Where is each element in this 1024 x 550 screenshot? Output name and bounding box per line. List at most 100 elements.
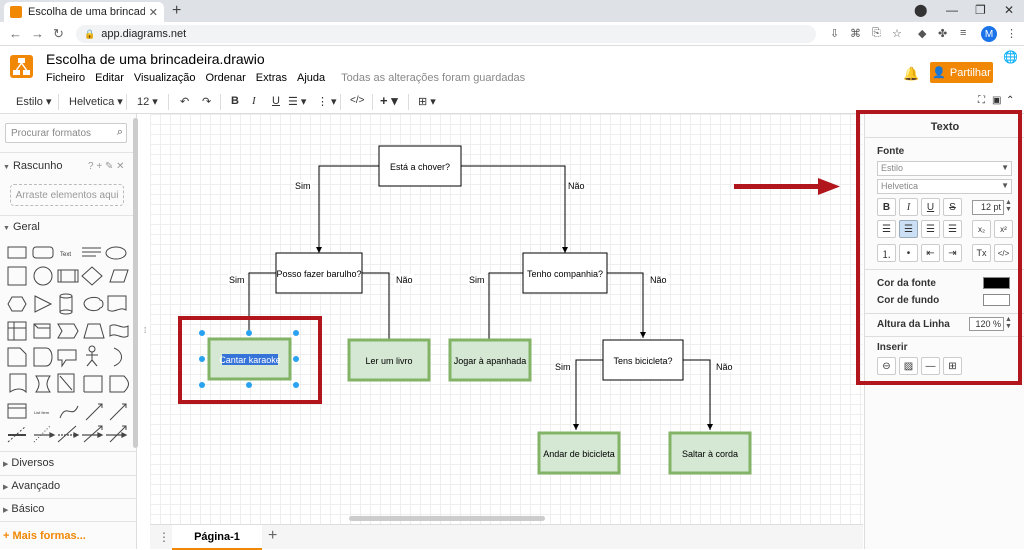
- close-tab-icon[interactable]: ✕: [149, 6, 158, 19]
- divider: [0, 152, 137, 153]
- pages-menu-icon[interactable]: ⋮: [158, 530, 170, 544]
- highlight-box-format-panel: [856, 110, 1022, 385]
- section-advanced[interactable]: ▶ Avançado: [3, 480, 60, 492]
- share-page-icon[interactable]: ⎘: [872, 27, 881, 40]
- share-label: Partilhar: [949, 66, 991, 79]
- connector-shapes[interactable]: [6, 430, 131, 440]
- section-basic-label: Básico: [11, 503, 45, 515]
- text-shape-label: Text: [60, 252, 71, 258]
- edge-label-sim[interactable]: Sim: [295, 181, 311, 191]
- minimize-icon[interactable]: —: [946, 3, 958, 17]
- document-title[interactable]: Escolha de uma brincadeira.drawio: [46, 51, 265, 67]
- reading-list-icon[interactable]: ≡: [960, 27, 966, 39]
- collapse-icon[interactable]: ⌃: [1006, 95, 1014, 106]
- browser-menu-icon[interactable]: ⋮: [1006, 27, 1017, 40]
- edge-chover-barulho[interactable]: [316, 165, 379, 253]
- node-andar-label: Andar de bicicleta: [543, 449, 615, 459]
- toolbar-divider: [372, 94, 373, 110]
- node-livro[interactable]: Ler um livro: [347, 338, 431, 382]
- edge-bicicleta-corda[interactable]: [683, 359, 713, 430]
- drawio-logo-icon[interactable]: [10, 55, 33, 78]
- edge-label-sim[interactable]: Sim: [469, 275, 485, 285]
- new-tab-icon[interactable]: +: [172, 2, 181, 20]
- bold-button[interactable]: B: [231, 95, 239, 107]
- fullscreen-icon[interactable]: ⛶: [978, 95, 985, 106]
- back-icon[interactable]: ←: [9, 26, 22, 41]
- undo-icon[interactable]: ↶: [180, 95, 189, 108]
- browser-tab[interactable]: Escolha de uma brincadeira.drawio ✕: [4, 2, 164, 22]
- edge-label-nao[interactable]: Não: [650, 275, 667, 285]
- section-basic[interactable]: ▶ Básico: [3, 503, 44, 515]
- avatar[interactable]: M: [981, 26, 997, 42]
- edge-companhia-bicicleta[interactable]: [607, 272, 646, 338]
- edge-label-nao[interactable]: Não: [716, 362, 733, 372]
- insert-dropdown[interactable]: + ▾: [380, 93, 398, 109]
- url-bar[interactable]: 🔒 app.diagrams.net: [76, 25, 816, 43]
- menu-extras[interactable]: Extras: [256, 72, 287, 84]
- html-code-button[interactable]: </>: [350, 95, 364, 106]
- node-barulho-label: Posso fazer barulho?: [276, 269, 361, 279]
- forward-icon[interactable]: →: [31, 26, 44, 41]
- style-dropdown[interactable]: Estilo ▾: [16, 95, 51, 108]
- bookmark-star-icon[interactable]: ☆: [892, 27, 902, 40]
- scratchpad-tools[interactable]: ? + ✎ ✕: [88, 161, 125, 172]
- canvas-horizontal-scrollbar[interactable]: [349, 516, 545, 521]
- edge-label-sim[interactable]: Sim: [555, 362, 571, 372]
- add-page-icon[interactable]: +: [268, 527, 277, 545]
- scratchpad-drop-area[interactable]: Arraste elementos aqui: [10, 184, 124, 206]
- lock-icon: 🔒: [84, 28, 96, 39]
- share-button[interactable]: 👤 Partilhar: [930, 62, 993, 83]
- menu-help[interactable]: Ajuda: [297, 72, 325, 84]
- node-corda[interactable]: Saltar à corda: [668, 431, 752, 475]
- italic-button[interactable]: I: [252, 95, 256, 107]
- extension-icon[interactable]: ◆: [918, 27, 926, 40]
- align-dropdown[interactable]: ☰ ▾: [288, 95, 306, 108]
- insert-plus-label: +: [380, 93, 388, 108]
- format-panel-toggle-icon[interactable]: ▣: [992, 95, 1001, 106]
- underline-button[interactable]: U: [272, 95, 280, 107]
- font-dropdown[interactable]: Helvetica ▾: [69, 95, 123, 108]
- node-livro-label: Ler um livro: [365, 356, 412, 366]
- list-dropdown[interactable]: ⋮ ▾: [317, 95, 337, 108]
- menu-view[interactable]: Visualização: [134, 72, 196, 84]
- install-app-icon[interactable]: ⇩: [830, 27, 839, 40]
- shape-palette[interactable]: Text List Item: [6, 242, 131, 447]
- more-shapes-button[interactable]: + Mais formas...: [3, 530, 86, 542]
- node-companhia[interactable]: Tenho companhia?: [522, 252, 608, 294]
- edge-barulho-livro[interactable]: [362, 272, 392, 348]
- profile-menu-icon[interactable]: ⬤: [914, 3, 927, 17]
- redo-icon[interactable]: ↷: [202, 95, 211, 108]
- sidebar-resize-handle[interactable]: ⁞: [144, 326, 146, 335]
- edge-companhia-apanhada[interactable]: [486, 272, 523, 348]
- node-andar[interactable]: Andar de bicicleta: [537, 431, 621, 475]
- menu-arrange[interactable]: Ordenar: [205, 72, 245, 84]
- node-chover[interactable]: Está a chover?: [378, 145, 462, 187]
- node-bicicleta-question[interactable]: Tens bicicleta?: [602, 339, 684, 381]
- reload-icon[interactable]: ↻: [53, 26, 64, 42]
- maximize-icon[interactable]: ❐: [975, 3, 986, 17]
- section-scratchpad[interactable]: ▼ Rascunho: [3, 160, 62, 172]
- edge-label-sim[interactable]: Sim: [229, 275, 245, 285]
- translate-icon[interactable]: ⌘: [850, 27, 861, 40]
- menu-edit[interactable]: Editar: [95, 72, 124, 84]
- edge-bicicleta-andar[interactable]: [573, 359, 603, 430]
- sidebar-scrollbar[interactable]: [133, 118, 138, 448]
- node-barulho[interactable]: Posso fazer barulho?: [275, 252, 363, 294]
- divider: [0, 521, 137, 522]
- edge-label-nao[interactable]: Não: [396, 275, 413, 285]
- table-dropdown[interactable]: ⊞ ▾: [418, 95, 436, 108]
- puzzle-icon[interactable]: ✤: [938, 27, 947, 40]
- node-apanhada[interactable]: Jogar à apanhada: [448, 338, 532, 382]
- edge-label-nao[interactable]: Não: [568, 181, 585, 191]
- font-size-dropdown[interactable]: 12 ▾: [137, 95, 158, 108]
- search-input[interactable]: Procurar formatos ⌕: [5, 123, 127, 143]
- language-globe-icon[interactable]: 🌐: [1003, 50, 1018, 64]
- edge-chover-companhia[interactable]: [461, 165, 568, 253]
- menu-file[interactable]: Ficheiro: [46, 72, 85, 84]
- section-general[interactable]: ▼ Geral: [3, 221, 40, 233]
- notification-bell-icon[interactable]: 🔔: [903, 66, 919, 82]
- section-misc[interactable]: ▶ Diversos: [3, 457, 54, 469]
- close-window-icon[interactable]: ✕: [1004, 3, 1014, 17]
- page-tab-current[interactable]: Página-1: [172, 525, 262, 550]
- toolbar-divider: [126, 94, 127, 110]
